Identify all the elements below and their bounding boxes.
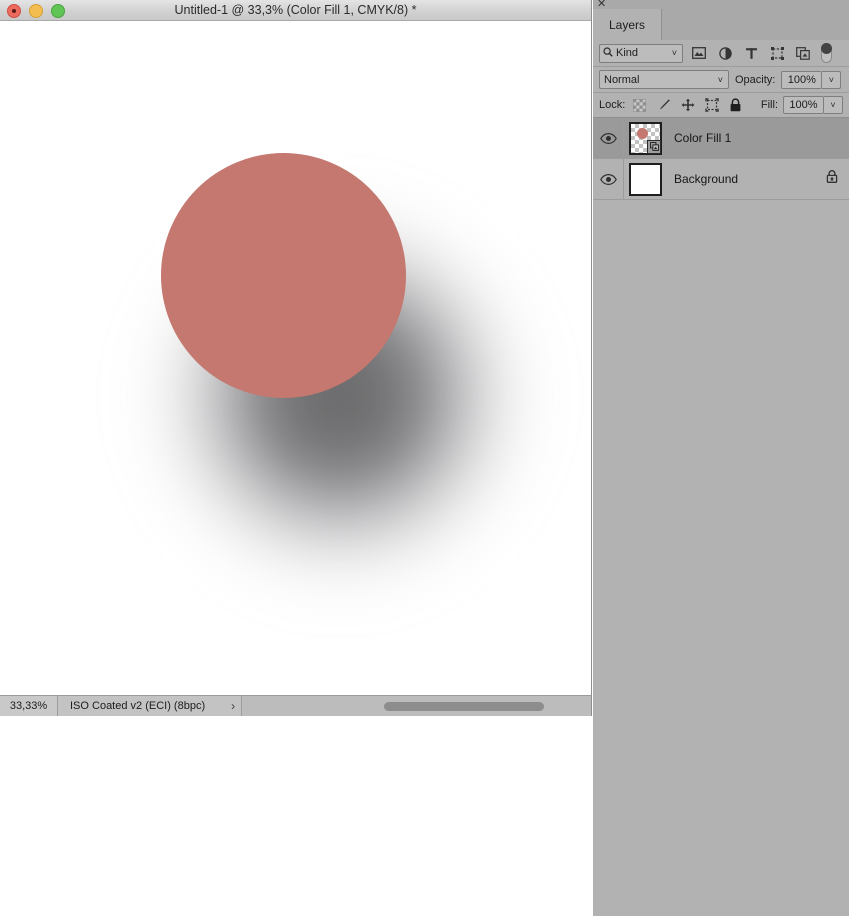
color-fill-circle-shape[interactable] bbox=[161, 153, 406, 398]
zoom-level-field[interactable]: 33,33% bbox=[0, 696, 58, 716]
chevron-right-icon[interactable]: › bbox=[231, 700, 235, 712]
document-title: Untitled-1 @ 33,3% (Color Fill 1, CMYK/8… bbox=[174, 3, 417, 17]
layer-thumbnail[interactable] bbox=[629, 162, 662, 196]
zoom-level-value: 33,33% bbox=[9, 700, 48, 712]
tab-layers[interactable]: Layers bbox=[593, 9, 663, 40]
layer-name[interactable]: Background bbox=[674, 172, 738, 186]
lock-options-row: Lock: Fill: 100% ˅ bbox=[593, 93, 849, 118]
chevron-down-icon[interactable]: ˅ bbox=[718, 75, 723, 85]
type-layer-filter-icon[interactable] bbox=[741, 44, 761, 63]
fill-stepper[interactable]: ˅ bbox=[824, 96, 843, 114]
blend-mode-value: Normal bbox=[604, 73, 640, 86]
opacity-value: 100% bbox=[787, 73, 816, 86]
layer-row-background[interactable]: Background bbox=[593, 158, 849, 200]
document-window: Untitled-1 @ 33,3% (Color Fill 1, CMYK/8… bbox=[0, 0, 592, 716]
horizontal-scrollbar-track[interactable] bbox=[300, 702, 583, 711]
smart-object-badge-icon bbox=[647, 139, 661, 154]
layer-thumbnail-shape bbox=[637, 127, 648, 139]
layer-visibility-toggle[interactable] bbox=[593, 117, 624, 159]
color-profile-field[interactable]: ISO Coated v2 (ECI) (8bpc) › bbox=[58, 696, 243, 716]
lock-label: Lock: bbox=[599, 99, 626, 111]
lock-image-pixels-icon[interactable] bbox=[654, 96, 673, 115]
horizontal-scrollbar-thumb[interactable] bbox=[384, 702, 544, 711]
opacity-input[interactable]: 100% bbox=[781, 70, 823, 89]
layer-visibility-toggle[interactable] bbox=[593, 158, 624, 200]
lock-position-icon[interactable] bbox=[678, 96, 697, 115]
canvas-area[interactable] bbox=[0, 21, 591, 695]
lock-all-icon[interactable] bbox=[726, 96, 745, 115]
layer-thumbnail[interactable] bbox=[629, 121, 662, 155]
layer-panel-empty-area bbox=[593, 200, 849, 916]
blend-mode-select[interactable]: Normal ˅ bbox=[599, 70, 729, 89]
search-icon bbox=[603, 46, 613, 60]
document-title-bar[interactable]: Untitled-1 @ 33,3% (Color Fill 1, CMYK/8… bbox=[0, 0, 591, 21]
layers-panel: ✕ Layers Kind ˅ Normal ˅ Opacity: 100% ˅… bbox=[593, 0, 849, 916]
photoshop-window: Untitled-1 @ 33,3% (Color Fill 1, CMYK/8… bbox=[0, 0, 849, 916]
layer-list: Color Fill 1 Background bbox=[593, 117, 849, 200]
panel-header-bar: ✕ bbox=[593, 0, 849, 10]
layer-filter-row: Kind ˅ bbox=[593, 40, 849, 67]
pixel-layer-filter-icon[interactable] bbox=[689, 44, 709, 63]
panel-tab-strip: Layers bbox=[593, 9, 849, 40]
layer-row-color-fill-1[interactable]: Color Fill 1 bbox=[593, 117, 849, 159]
opacity-label: Opacity: bbox=[735, 73, 776, 86]
document-status-bar: 33,33% ISO Coated v2 (ECI) (8bpc) › bbox=[0, 695, 591, 716]
filter-kind-label: Kind bbox=[616, 47, 639, 59]
fill-value: 100% bbox=[789, 99, 818, 111]
tab-layers-label: Layers bbox=[609, 17, 646, 32]
fill-label: Fill: bbox=[760, 99, 778, 111]
adjustment-layer-filter-icon[interactable] bbox=[715, 44, 735, 63]
shape-layer-filter-icon[interactable] bbox=[767, 44, 787, 63]
filter-kind-select[interactable]: Kind ˅ bbox=[599, 43, 683, 63]
eye-icon bbox=[599, 132, 617, 144]
lock-artboard-nesting-icon[interactable] bbox=[702, 96, 721, 115]
opacity-stepper[interactable]: ˅ bbox=[822, 70, 842, 89]
blend-mode-row: Normal ˅ Opacity: 100% ˅ bbox=[593, 67, 849, 93]
fill-input[interactable]: 100% bbox=[783, 96, 824, 114]
layer-name[interactable]: Color Fill 1 bbox=[674, 131, 731, 145]
color-profile-value: ISO Coated v2 (ECI) (8bpc) bbox=[70, 700, 206, 712]
lock-transparent-pixels-icon[interactable] bbox=[630, 96, 649, 115]
eye-icon bbox=[599, 173, 617, 185]
chevron-down-icon: ˅ bbox=[830, 100, 836, 110]
chevron-down-icon: ˅ bbox=[828, 74, 834, 85]
smart-object-filter-icon[interactable] bbox=[793, 44, 813, 63]
chevron-down-icon[interactable]: ˅ bbox=[672, 48, 677, 58]
layer-locked-icon[interactable] bbox=[826, 170, 838, 189]
filter-enable-toggle[interactable] bbox=[821, 43, 832, 63]
